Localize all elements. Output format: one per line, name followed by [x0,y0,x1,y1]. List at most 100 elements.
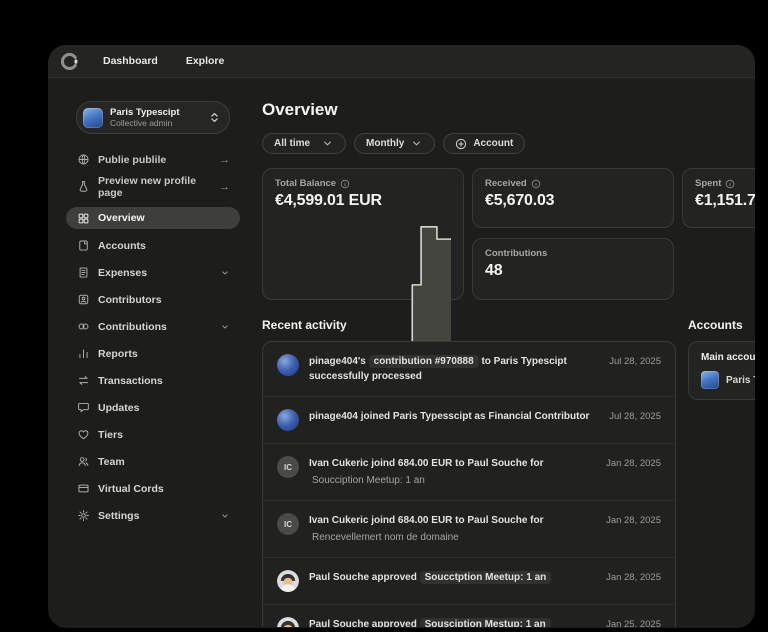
speech-bubble-icon [76,401,90,415]
globe-icon [76,153,90,167]
quick-link-label: Preview new profile page [98,175,211,199]
arrows-icon [76,374,90,388]
rings-icon [76,320,90,334]
activity-row[interactable]: pinage404's contribution #970888 to Pari… [263,342,675,397]
quick-link-preview-new-profile-page[interactable]: Preview new profile page→ [76,173,230,200]
activity-text: Paul Souche approved Soucctption Meetup:… [309,570,590,585]
chevron-up-down-icon [209,112,220,123]
bar-chart-icon [76,347,90,361]
activity-subtext: Rencevellemert nom de domaine [309,530,590,545]
activity-row[interactable]: pinage404 joined Paris Typesscipt as Fin… [263,397,675,444]
sidebar-menu: OverviewAccountsExpensesContributorsCont… [76,207,230,529]
app-body: Paris Typescipt Collective admin Publie … [48,78,755,627]
sidebar-item-settings[interactable]: Settings [76,502,230,529]
chevron-down-icon [321,137,334,150]
activity-segment: Ivan Cukeric joind 684.00 EUR to Paul So… [309,515,544,526]
activity-subtext: Soucciption Meetup: 1 an [309,473,590,488]
sidebar-item-label: Contributors [98,294,162,306]
accounts-title: Accounts [688,318,755,332]
activity-chip: Sousciption Mestup: 1 an [420,618,551,627]
activity-date: Jul 28, 2025 [609,411,661,422]
activity-chip: Soucctption Meetup: 1 an [420,571,552,584]
period-filter-dropdown[interactable]: All time [262,133,346,154]
activity-date: Jan 28, 2025 [606,572,661,583]
sidebar-item-transactions[interactable]: Transactions [76,367,230,394]
collective-avatar [701,371,719,389]
sidebar: Paris Typescipt Collective admin Publie … [48,78,248,627]
document-icon [76,239,90,253]
activity-text: Ivan Cukeric joind 684.00 EUR to Paul So… [309,513,590,545]
filters-bar: All time Monthly Account [262,133,755,154]
plus-circle-icon [455,138,467,150]
sidebar-item-tiers[interactable]: Tiers [76,421,230,448]
activity-text: pinage404's contribution #970888 to Pari… [309,354,593,384]
chevron-down-icon [410,137,423,150]
sidebar-item-overview[interactable]: Overview [66,207,240,229]
add-account-button[interactable]: Account [443,133,525,154]
quick-link-publie-publile[interactable]: Publie publile → [76,146,230,173]
activity-segment: pinage404's [309,356,366,367]
activity-row[interactable]: Paul Souche approved Sousciption Mestup:… [263,605,675,627]
sidebar-item-virtual-cords[interactable]: Virtual Cords [76,475,230,502]
activity-date: Jan 28, 2025 [606,458,661,469]
profile-switcher[interactable]: Paris Typescipt Collective admin [76,101,230,134]
contributions-value: 48 [485,262,661,280]
initials-avatar: IC [277,456,299,478]
activity-row[interactable]: Paul Souche approved Soucctption Meetup:… [263,558,675,605]
sidebar-quick-links: Publie publile → Preview new profile page→ [76,146,230,200]
sidebar-item-label: Contributions [98,321,167,333]
activity-text: Ivan Cukeric joind 684.00 EUR to Paul So… [309,456,590,488]
receipt-icon [76,266,90,280]
info-icon [531,179,541,189]
activity-date: Jan 28, 2025 [606,515,661,526]
recent-activity-list: pinage404's contribution #970888 to Pari… [262,341,676,627]
main-account-row[interactable]: Paris Typescipt [701,371,755,389]
activity-segment: Paul Souche approved [309,572,417,583]
sidebar-item-reports[interactable]: Reports [76,340,230,367]
sidebar-item-contributors[interactable]: Contributors [76,286,230,313]
activity-row[interactable]: IC Ivan Cukeric joind 684.00 EUR to Paul … [263,444,675,501]
main-account-label: Main account [701,352,755,363]
flask-icon [76,180,90,194]
grid-icon [76,211,90,225]
sidebar-item-label: Team [98,456,125,468]
spent-label: Spent [695,178,721,189]
accounts-section: Accounts Main account Paris Typescipt [688,318,755,627]
sidebar-item-contributions[interactable]: Contributions [76,313,230,340]
bottom-section: Recent activity pinage404's contribution… [262,318,755,627]
granularity-filter-dropdown[interactable]: Monthly [354,133,435,154]
activity-text: Paul Souche approved Sousciption Mestup:… [309,617,590,627]
arrow-right-icon: → [219,154,230,166]
collective-logo-icon[interactable] [60,52,79,71]
initials-avatar: IC [277,513,299,535]
badge-person-icon [76,293,90,307]
activity-date: Jul 28, 2025 [609,356,661,367]
activity-row[interactable]: IC Ivan Cukeric joind 684.00 EUR to Paul … [263,501,675,558]
recent-activity-title: Recent activity [262,318,676,332]
total-balance-card: Total Balance €4,599.01 EUR [262,168,464,300]
topnav-item-explore[interactable]: Explore [172,49,239,73]
account-name: Paris Typescipt [726,375,755,386]
stats-grid: Total Balance €4,599.01 EUR Received [262,168,755,300]
chevron-down-icon [220,322,230,332]
contributions-card: Contributions 48 [472,238,674,300]
user-avatar [277,354,299,376]
info-icon [340,179,350,189]
sidebar-item-expenses[interactable]: Expenses [76,259,230,286]
total-balance-label: Total Balance [275,178,336,189]
recent-activity-section: Recent activity pinage404's contribution… [262,318,676,627]
sidebar-item-updates[interactable]: Updates [76,394,230,421]
sidebar-item-label: Transactions [98,375,163,387]
activity-chip: contribution #970888 [369,355,479,368]
sidebar-item-team[interactable]: Team [76,448,230,475]
topnav-item-dashboard[interactable]: Dashboard [89,49,172,73]
top-navigation: DashboardExplore [48,45,755,78]
chevron-down-icon [220,511,230,521]
total-balance-value: €4,599.01 EUR [275,192,451,210]
received-value: €5,670.03 [485,192,661,210]
sidebar-item-accounts[interactable]: Accounts [76,232,230,259]
info-icon [725,179,735,189]
activity-segment: pinage404 joined Paris Typesscipt as Fin… [309,411,589,422]
quick-link-label: Publie publile [98,154,166,166]
chevron-down-icon [220,268,230,278]
